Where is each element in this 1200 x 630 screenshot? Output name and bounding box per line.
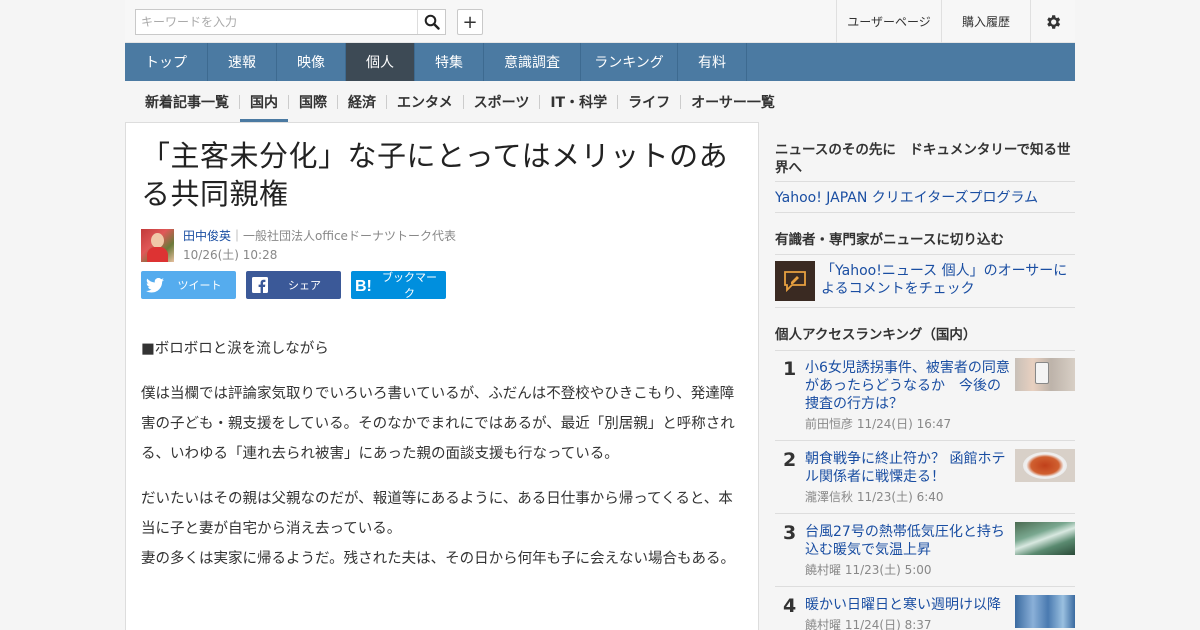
article-sentence: 妻の多くは実家に帰るようだ。残された夫は、その日から何年も子に会えない場合もある… <box>141 551 736 567</box>
sub-nav: 新着記事一覧 国内 国際 経済 エンタメ スポーツ IT・科学 ライフ オーサー一覧 <box>125 81 1075 122</box>
gear-icon <box>1047 14 1061 29</box>
hatena-bookmark-button[interactable]: B! ブックマーク <box>351 271 446 300</box>
ranking-meta: 前田恒彦 11/24(日) 16:47 <box>805 415 951 432</box>
ranking-item[interactable]: 3 台風27号の熱帯低気圧化と持ち込む暖気で気温上昇 饒村曜 11/23(土) … <box>775 522 1075 587</box>
expert-comment-link[interactable]: 「Yahoo!ニュース 個人」のオーサーによるコメントをチェック <box>821 262 1075 298</box>
subnav-tab[interactable]: エンタメ <box>387 81 463 122</box>
add-button[interactable]: + <box>457 9 483 35</box>
hatena-bookmark-label: ブックマーク <box>382 271 437 300</box>
ranking-author: 饒村曜 <box>805 563 842 577</box>
rank-number: 2 <box>783 449 797 471</box>
nav-tab[interactable]: ランキング <box>581 43 678 81</box>
subnav-tab[interactable]: IT・科学 <box>540 81 617 122</box>
creators-program-link[interactable]: Yahoo! JAPAN クリエイターズプログラム <box>775 187 1038 207</box>
ranking-thumbnail[interactable] <box>1015 522 1075 555</box>
nav-tab[interactable]: 特集 <box>415 43 484 81</box>
author-avatar[interactable] <box>141 229 174 262</box>
expert-heading: 有識者・専門家がニュースに切り込む <box>775 232 1004 248</box>
search-box <box>135 9 446 35</box>
author-name[interactable]: 田中俊英 <box>183 229 231 243</box>
settings-button[interactable] <box>1030 0 1075 43</box>
article-sentence: だいたいはその親は父親なのだが、報道等にあるように、ある日仕事から帰ってくると、… <box>141 491 733 537</box>
hatena-bookmark-icon: B! <box>355 278 372 293</box>
phone-shape <box>1035 362 1049 384</box>
ranking-author: 前田恒彦 <box>805 417 854 431</box>
ranking-title[interactable]: 朝食戦争に終止符か？ 函館ホテル関係者に戦慄走る！ <box>805 450 1010 486</box>
purchase-history-link[interactable]: 購入履歴 <box>941 0 1030 43</box>
article-body: ■ボロボロと涙を流しながら 僕は当欄では評論家気取りでいろいろ書いているが、ふだ… <box>141 334 745 589</box>
post-date: 10/26(土) 10:28 <box>183 248 278 262</box>
ranking-title[interactable]: 暖かい日曜日と寒い週明け以降 <box>805 596 1010 614</box>
search-button[interactable] <box>417 10 445 34</box>
comment-pen-icon <box>784 271 806 293</box>
rank-number: 3 <box>783 522 797 544</box>
top-bar: + ユーザーページ 購入履歴 <box>125 0 1075 43</box>
ranking-meta: 饒村曜 11/23(土) 5:00 <box>805 561 932 578</box>
top-links: ユーザーページ 購入履歴 <box>836 0 1075 43</box>
nav-tab[interactable]: 個人 <box>346 43 415 81</box>
divider <box>775 307 1075 308</box>
subnav-tab[interactable]: オーサー一覧 <box>681 81 785 122</box>
share-buttons: ツイート シェア B! ブックマーク <box>141 271 446 300</box>
ranking-author: 瀧澤信秋 <box>805 490 854 504</box>
divider <box>775 181 1075 182</box>
nav-tab[interactable]: 映像 <box>277 43 346 81</box>
article-title: 「主客未分化」な子にとってはメリットのある共同親権 <box>141 139 729 211</box>
subnav-tab[interactable]: ライフ <box>618 81 680 122</box>
divider <box>775 440 1075 441</box>
ranking-item[interactable]: 1 小6女児誘拐事件、被害者の同意があったらどうなるか 今後の捜査の行方は？ 前… <box>775 358 1075 440</box>
ranking-meta: 饒村曜 11/24(日) 8:37 <box>805 616 932 630</box>
subnav-tab[interactable]: スポーツ <box>464 81 540 122</box>
rank-number: 1 <box>783 358 797 380</box>
ranking-thumbnail[interactable] <box>1015 358 1075 391</box>
nav-tab[interactable]: 速報 <box>208 43 277 81</box>
expert-comment-thumbnail[interactable] <box>775 261 815 301</box>
ranking-date: 11/24(日) 16:47 <box>856 417 952 431</box>
article-paragraph: ■ボロボロと涙を流しながら <box>141 341 329 357</box>
article-paragraph: 僕は当欄では評論家気取りでいろいろ書いているが、ふだんは不登校やひきこもり、発達… <box>141 386 735 462</box>
ranking-title[interactable]: 小6女児誘拐事件、被害者の同意があったらどうなるか 今後の捜査の行方は？ <box>805 359 1010 413</box>
search-icon <box>424 14 440 30</box>
nav-tab[interactable]: 有料 <box>678 43 747 81</box>
facebook-share-label: シェア <box>288 279 321 292</box>
ranking-heading: 個人アクセスランキング（国内） <box>775 327 977 343</box>
divider <box>775 254 1075 255</box>
tweet-label: ツイート <box>177 279 222 292</box>
documentary-heading: ニュースのその先に ドキュメンタリーで知る世界へ <box>775 142 1071 176</box>
search-input[interactable] <box>136 10 418 34</box>
tweet-button[interactable]: ツイート <box>141 271 236 299</box>
ranking-item[interactable]: 4 暖かい日曜日と寒い週明け以降 饒村曜 11/24(日) 8:37 <box>775 595 1075 630</box>
author-role: ｜一般社団法人officeドーナツトーク代表 <box>231 229 456 243</box>
divider <box>775 212 1075 213</box>
facebook-icon <box>252 277 268 293</box>
divider <box>775 350 1075 351</box>
ranking-date: 11/24(日) 8:37 <box>844 618 932 630</box>
subnav-tab[interactable]: 国際 <box>289 81 337 122</box>
subnav-tab[interactable]: 経済 <box>338 81 386 122</box>
nav-tab[interactable]: トップ <box>125 43 208 81</box>
food-dish-shape <box>1023 452 1067 479</box>
divider <box>775 513 1075 514</box>
ranking-date: 11/23(土) 5:00 <box>844 563 932 577</box>
ranking-date: 11/23(土) 6:40 <box>856 490 944 504</box>
twitter-bird-icon <box>146 277 164 293</box>
subnav-tab[interactable]: 国内 <box>240 81 288 122</box>
ranking-item[interactable]: 2 朝食戦争に終止符か？ 函館ホテル関係者に戦慄走る！ 瀧澤信秋 11/23(土… <box>775 449 1075 514</box>
rank-number: 4 <box>783 595 797 617</box>
user-page-link[interactable]: ユーザーページ <box>836 0 941 43</box>
ranking-author: 饒村曜 <box>805 618 842 630</box>
author-line: 田中俊英｜一般社団法人officeドーナツトーク代表 <box>183 229 456 244</box>
main-nav: トップ 速報 映像 個人 特集 意識調査 ランキング 有料 <box>125 43 1075 81</box>
nav-tab[interactable]: 意識調査 <box>484 43 581 81</box>
article: 「主客未分化」な子にとってはメリットのある共同親権 田中俊英｜一般社団法人off… <box>125 122 759 630</box>
subnav-tab[interactable]: 新着記事一覧 <box>135 81 239 122</box>
ranking-title[interactable]: 台風27号の熱帯低気圧化と持ち込む暖気で気温上昇 <box>805 523 1010 559</box>
svg-text:B!: B! <box>355 278 372 293</box>
article-paragraph: だいたいはその親は父親なのだが、報道等にあるように、ある日仕事から帰ってくると、… <box>141 484 745 574</box>
ranking-meta: 瀧澤信秋 11/23(土) 6:40 <box>805 488 944 505</box>
ranking-thumbnail[interactable] <box>1015 449 1075 482</box>
facebook-share-button[interactable]: シェア <box>246 271 341 299</box>
divider <box>775 586 1075 587</box>
ranking-thumbnail[interactable] <box>1015 595 1075 628</box>
